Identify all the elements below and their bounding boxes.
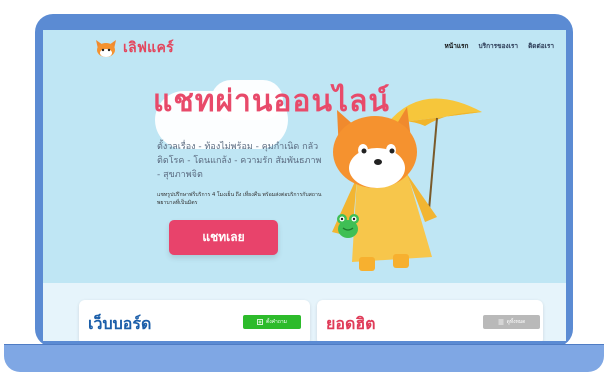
laptop-base bbox=[4, 345, 604, 372]
plus-square-icon bbox=[257, 319, 263, 325]
nav-home[interactable]: หน้าแรก bbox=[444, 41, 468, 51]
brand-name: เลิฟแคร์ bbox=[123, 40, 174, 56]
main-menu: หน้าแรก บริการของเรา ติดต่อเรา bbox=[444, 41, 554, 51]
nav-contact[interactable]: ติดต่อเรา bbox=[528, 41, 554, 51]
list-icon bbox=[498, 319, 504, 325]
website-screen: เลิฟแคร์ หน้าแรก บริการของเรา ติดต่อเรา … bbox=[43, 30, 566, 341]
frog-illustration bbox=[337, 214, 359, 238]
view-all-button[interactable]: ดูทั้งหมด bbox=[483, 315, 540, 329]
ask-question-label: ตั้งคำถาม bbox=[266, 319, 287, 325]
webboard-card: เว็บบอร์ด ตั้งคำถาม bbox=[79, 300, 310, 341]
chat-now-button[interactable]: แชทเลย bbox=[169, 220, 278, 255]
nav-services[interactable]: บริการของเรา bbox=[478, 41, 518, 51]
webboard-title: เว็บบอร์ด bbox=[88, 314, 152, 333]
fox-mascot-illustration bbox=[332, 98, 482, 271]
brand-logo[interactable]: เลิฟแคร์ bbox=[95, 37, 174, 59]
top-posts-card: ยอดฮิต ดูทั้งหมด bbox=[317, 300, 543, 341]
fox-logo-icon bbox=[96, 40, 116, 57]
top-navbar: เลิฟแคร์ หน้าแรก บริการของเรา ติดต่อเรา bbox=[43, 30, 566, 64]
view-all-label: ดูทั้งหมด bbox=[506, 319, 526, 325]
top-posts-title: ยอดฮิต bbox=[326, 314, 376, 333]
ask-question-button[interactable]: ตั้งคำถาม bbox=[243, 315, 301, 329]
